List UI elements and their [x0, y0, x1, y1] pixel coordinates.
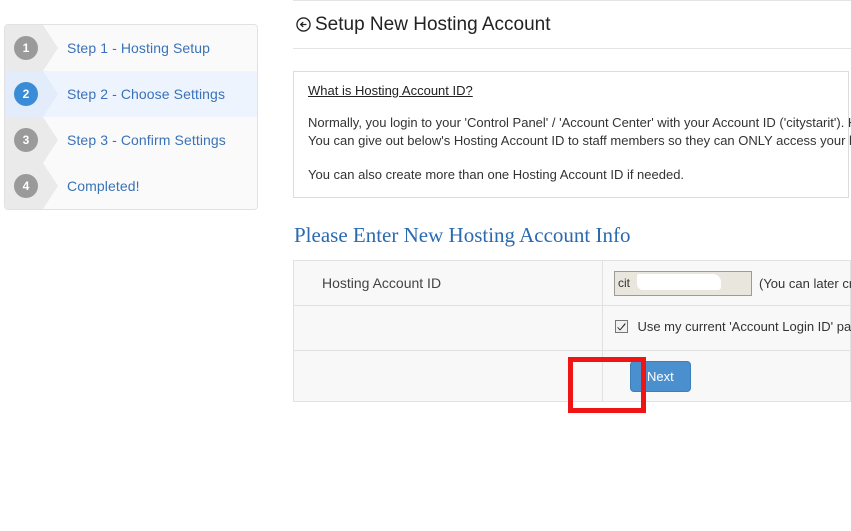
divider-under-title [293, 48, 851, 49]
password-option-cell: Use my current 'Account Login ID' passwo… [602, 305, 851, 351]
sidebar-item-step-1[interactable]: 1 Step 1 - Hosting Setup [5, 25, 257, 71]
table-row: Hosting Account ID cit (You can later cre… [293, 260, 851, 306]
step-number-badge: 4 [14, 174, 38, 198]
field-value-hosting-account-id: cit (You can later create ad [602, 260, 851, 306]
sidebar-item-step-4[interactable]: 4 Completed! [5, 163, 257, 209]
hosting-account-form-table: Hosting Account ID cit (You can later cre… [293, 260, 851, 402]
sidebar-item-label: Step 2 - Choose Settings [67, 86, 226, 102]
actions-cell: Next [602, 350, 851, 402]
page-title-text: Setup New Hosting Account [315, 14, 551, 35]
arrow-left-circle-icon [296, 16, 311, 32]
step-number-badge: 2 [14, 82, 38, 106]
info-box-heading: What is Hosting Account ID? [308, 83, 473, 98]
hosting-account-info-box: What is Hosting Account ID? Normally, yo… [293, 71, 851, 198]
table-row: Use my current 'Account Login ID' passwo… [293, 305, 851, 351]
hosting-account-id-input[interactable]: cit [614, 270, 752, 296]
empty-label-cell [293, 350, 603, 402]
info-box-paragraph-line-1: Normally, you login to your 'Control Pan… [308, 115, 851, 130]
step-number-badge: 3 [14, 128, 38, 152]
sidebar-item-label: Step 1 - Hosting Setup [67, 40, 211, 56]
sidebar-item-label: Step 3 - Confirm Settings [67, 132, 226, 148]
step-chevron-icon [43, 71, 58, 117]
step-chevron-icon [43, 163, 58, 209]
sidebar-item-step-2[interactable]: 2 Step 2 - Choose Settings [5, 71, 257, 117]
hosting-account-id-input-value: cit [618, 275, 630, 290]
sidebar-item-step-3[interactable]: 3 Step 3 - Confirm Settings [5, 117, 257, 163]
table-row: Next [293, 350, 851, 402]
next-button[interactable]: Next [630, 360, 691, 392]
info-box-paragraph-line-2: You can give out below's Hosting Account… [308, 133, 851, 148]
sidebar-item-label: Completed! [67, 178, 140, 194]
section-title: Please Enter New Hosting Account Info [294, 223, 631, 247]
use-current-password-label: Use my current 'Account Login ID' passwo… [637, 319, 851, 334]
empty-label-cell [293, 305, 603, 351]
use-current-password-checkbox[interactable] [615, 320, 632, 337]
step-number-badge: 1 [14, 36, 38, 60]
setup-wizard-steps: 1 Step 1 - Hosting Setup 2 Step 2 - Choo… [4, 24, 258, 210]
step-chevron-icon [43, 117, 58, 163]
main-content: Setup New Hosting Account What is Hostin… [293, 0, 851, 402]
page-title: Setup New Hosting Account [293, 1, 851, 48]
redaction-overlay [637, 273, 721, 290]
field-label-hosting-account-id: Hosting Account ID [293, 260, 603, 306]
info-box-paragraph-2: You can also create more than one Hostin… [308, 167, 685, 182]
field-hint: (You can later create ad [759, 275, 851, 291]
step-chevron-icon [43, 25, 58, 71]
